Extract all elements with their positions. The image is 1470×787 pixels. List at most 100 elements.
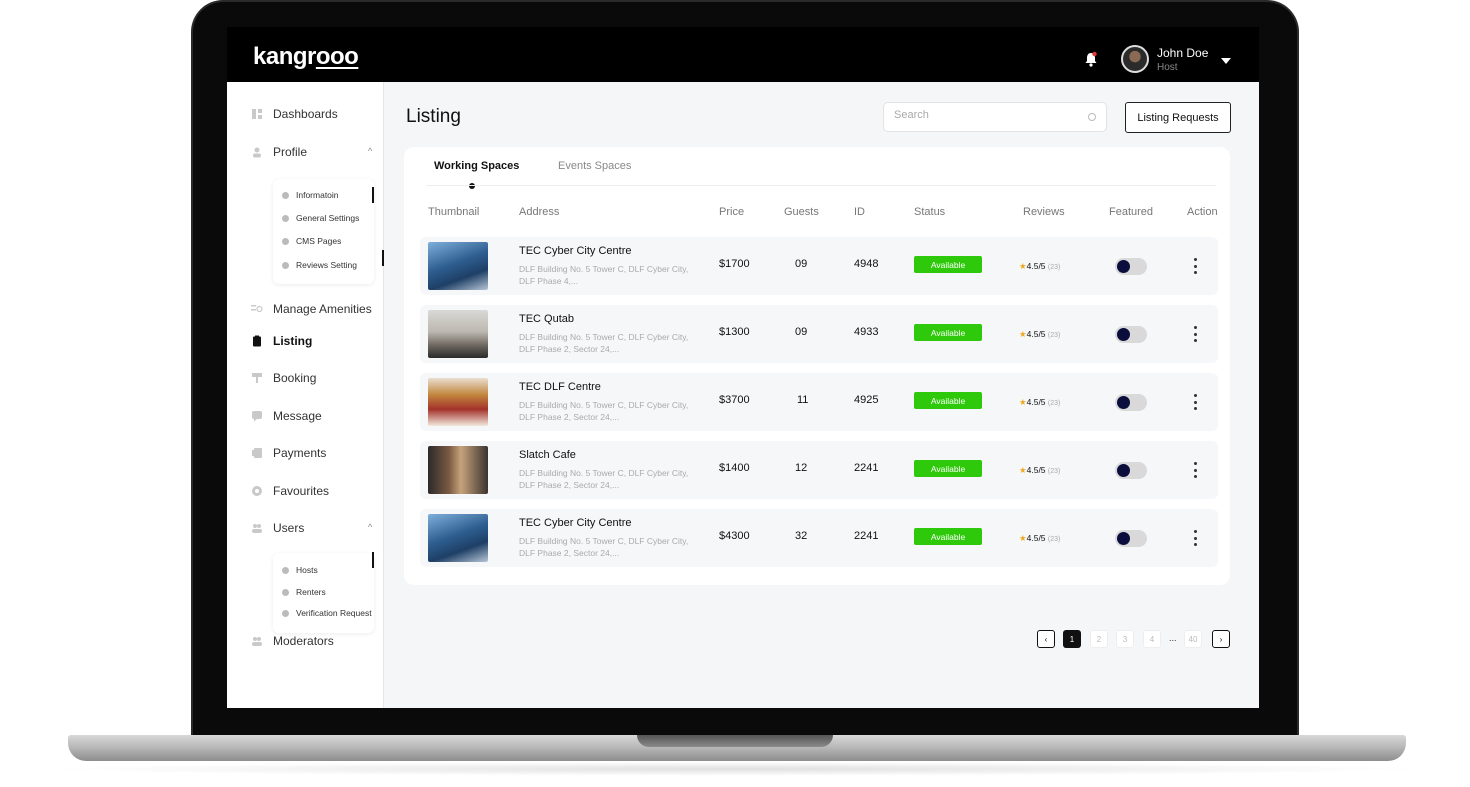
verify-icon — [282, 609, 289, 617]
sidebar-item-favourites[interactable]: Favourites — [251, 484, 329, 498]
sidebar-item-label: Booking — [273, 371, 317, 385]
table-row[interactable]: TEC Cyber City Centre DLF Building No. 5… — [420, 509, 1218, 567]
search-box[interactable] — [883, 102, 1107, 132]
laptop-shadow — [40, 762, 1430, 776]
sidebar-item-listing[interactable]: Listing — [251, 334, 312, 348]
sidebar-item-manage-amenities[interactable]: Manage Amenities — [251, 302, 372, 316]
listing-id: 4933 — [854, 326, 879, 338]
listing-guests: 09 — [795, 258, 808, 270]
listing-price: $1300 — [719, 326, 750, 338]
sidebar-item-message[interactable]: Message — [251, 409, 322, 423]
search-icon[interactable] — [1088, 113, 1096, 121]
listing-name: TEC Qutab — [519, 313, 575, 325]
pagination-page-2[interactable]: 2 — [1090, 630, 1108, 648]
listing-name: TEC Cyber City Centre — [519, 517, 632, 529]
more-actions-icon[interactable] — [1193, 258, 1197, 274]
listing-requests-button[interactable]: Listing Requests — [1125, 102, 1231, 133]
column-header-status: Status — [914, 206, 946, 218]
sidebar-item-label: Manage Amenities — [273, 302, 372, 316]
sidebar-item-users[interactable]: Users — [251, 521, 304, 535]
review-count: (23) — [1047, 400, 1061, 407]
search-input[interactable] — [894, 109, 1074, 121]
chevron-down-icon[interactable] — [1221, 58, 1231, 64]
rating-value: 4.5/5 — [1026, 397, 1046, 407]
column-header-id: ID — [854, 206, 865, 218]
submenu-item-information[interactable]: Informatoin — [282, 190, 339, 200]
sidebar-item-booking[interactable]: Booking — [251, 371, 316, 385]
listing-name: TEC Cyber City Centre — [519, 245, 632, 257]
logo[interactable]: kangrooo — [253, 43, 359, 71]
active-tab-indicator — [469, 183, 475, 189]
pagination-prev-button[interactable]: ‹ — [1037, 630, 1055, 648]
submenu-item-reviews-setting[interactable]: Reviews Setting — [282, 260, 357, 270]
star-icon: ★ — [1019, 533, 1027, 543]
status-badge: Available — [914, 256, 982, 273]
table-row[interactable]: Slatch Cafe DLF Building No. 5 Tower C, … — [420, 441, 1218, 499]
pagination-page-last[interactable]: 40 — [1184, 630, 1202, 648]
pagination-ellipsis: ... — [1169, 633, 1177, 643]
listing-id: 4925 — [854, 394, 879, 406]
bell-icon[interactable] — [1084, 51, 1098, 67]
listing-thumbnail[interactable] — [428, 310, 488, 358]
toggle-knob — [1117, 396, 1130, 409]
sidebar-item-label: Users — [273, 521, 305, 535]
sidebar-item-payments[interactable]: Payments — [251, 446, 326, 460]
column-header-address: Address — [519, 206, 560, 218]
listing-rating: ★4.5/5 (23) — [1019, 329, 1060, 340]
submenu-item-renters[interactable]: Renters — [282, 587, 326, 597]
listing-name: Slatch Cafe — [519, 449, 576, 461]
listing-thumbnail[interactable] — [428, 446, 488, 494]
pagination-page-4[interactable]: 4 — [1143, 630, 1161, 648]
table-row[interactable]: TEC DLF Centre DLF Building No. 5 Tower … — [420, 373, 1218, 431]
sidebar-item-moderators[interactable]: Moderators — [251, 634, 334, 648]
featured-toggle[interactable] — [1115, 394, 1147, 411]
tab-events-spaces[interactable]: Events Spaces — [558, 160, 631, 172]
more-actions-icon[interactable] — [1193, 394, 1197, 410]
listing-guests: 11 — [797, 394, 809, 406]
submenu-item-verification-request[interactable]: Verification Request — [282, 608, 372, 618]
sidebar-item-dashboards[interactable]: Dashboards — [251, 107, 338, 121]
featured-toggle[interactable] — [1115, 326, 1147, 343]
listing-thumbnail[interactable] — [428, 378, 488, 426]
laptop-notch — [637, 735, 833, 747]
pagination-page-3[interactable]: 3 — [1116, 630, 1134, 648]
column-header-thumbnail: Thumbnail — [428, 206, 480, 218]
featured-toggle[interactable] — [1115, 462, 1147, 479]
user-name[interactable]: John Doe — [1157, 46, 1208, 60]
chevron-up-icon[interactable]: ^ — [368, 522, 372, 532]
star-icon: ★ — [1019, 261, 1027, 271]
toggle-knob — [1117, 260, 1130, 273]
sidebar: Dashboards Profile ^ Informatoin General… — [227, 82, 384, 708]
submenu-item-hosts[interactable]: Hosts — [282, 565, 318, 575]
pages-icon — [282, 237, 289, 245]
table-row[interactable]: TEC Cyber City Centre DLF Building No. 5… — [420, 237, 1218, 295]
more-actions-icon[interactable] — [1193, 462, 1197, 478]
page-title: Listing — [406, 106, 461, 127]
submenu-item-general-settings[interactable]: General Settings — [282, 213, 359, 223]
listing-address: DLF Building No. 5 Tower C, DLF Cyber Ci… — [519, 264, 689, 286]
sidebar-item-profile[interactable]: Profile — [251, 145, 307, 159]
listing-rating: ★4.5/5 (23) — [1019, 397, 1060, 408]
chat-icon — [252, 411, 262, 422]
submenu-label: General Settings — [296, 213, 360, 223]
table-row[interactable]: TEC Qutab DLF Building No. 5 Tower C, DL… — [420, 305, 1218, 363]
app-screen: kangrooo John Doe Host Dashboards Profil… — [227, 27, 1259, 708]
more-actions-icon[interactable] — [1193, 530, 1197, 546]
featured-toggle[interactable] — [1115, 530, 1147, 547]
avatar[interactable] — [1121, 45, 1149, 73]
listing-thumbnail[interactable] — [428, 242, 488, 290]
pagination-page-1[interactable]: 1 — [1063, 630, 1081, 648]
person-icon — [253, 147, 261, 158]
listing-address: DLF Building No. 5 Tower C, DLF Cyber Ci… — [519, 536, 689, 558]
featured-toggle[interactable] — [1115, 258, 1147, 275]
listing-thumbnail[interactable] — [428, 514, 488, 562]
tab-working-spaces[interactable]: Working Spaces — [434, 160, 519, 172]
chevron-up-icon[interactable]: ^ — [368, 146, 372, 156]
logo-underlined-text: ooo — [315, 43, 359, 70]
more-actions-icon[interactable] — [1193, 326, 1197, 342]
host-icon — [282, 566, 289, 574]
submenu-item-cms-pages[interactable]: CMS Pages — [282, 236, 341, 246]
sidebar-item-label: Listing — [273, 334, 313, 348]
pagination-next-button[interactable]: › — [1212, 630, 1230, 648]
flag-icon — [282, 588, 289, 596]
